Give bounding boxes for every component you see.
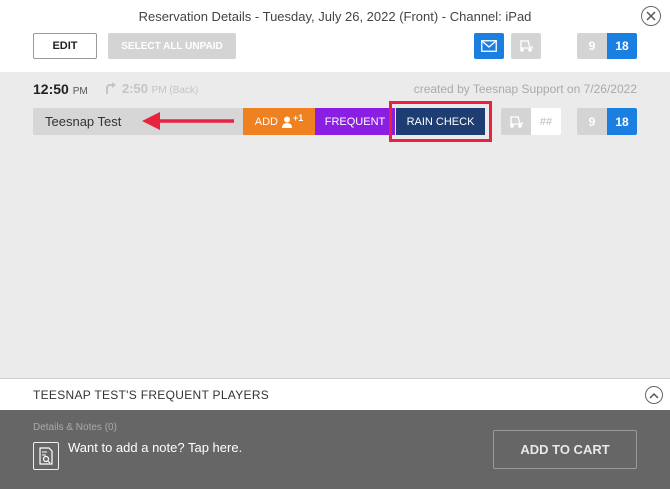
golf-cart-icon xyxy=(510,115,523,128)
player-cart-button[interactable] xyxy=(501,108,531,135)
rain-check-highlight xyxy=(389,101,492,142)
close-button[interactable] xyxy=(641,6,661,26)
select-all-unpaid-button[interactable]: SELECT ALL UNPAID xyxy=(108,33,236,59)
cart-number-field[interactable]: ## xyxy=(531,108,561,135)
tee-time-ampm: PM xyxy=(72,86,88,97)
add-to-cart-button[interactable]: ADD TO CART xyxy=(493,430,637,469)
close-icon xyxy=(646,11,656,21)
header: Reservation Details - Tuesday, July 26, … xyxy=(0,0,670,72)
red-arrow-annotation xyxy=(142,112,234,130)
holes-9-toggle[interactable]: 9 xyxy=(577,33,607,59)
edit-button[interactable]: EDIT xyxy=(33,33,97,59)
tee-time: 12:50 PM xyxy=(33,81,88,97)
tee-time-value: 12:50 xyxy=(33,81,69,97)
back-nine-arrow-icon xyxy=(106,82,116,94)
player-holes-18-toggle[interactable]: 18 xyxy=(607,108,637,135)
frequent-players-toggle[interactable] xyxy=(645,386,663,404)
notes-panel: Details & Notes (0) Want to add a note? … xyxy=(0,410,670,489)
frequent-players-title: TEESNAP TEST'S FREQUENT PLAYERS xyxy=(33,388,270,402)
golf-cart-button[interactable] xyxy=(511,33,541,59)
note-button[interactable] xyxy=(33,442,59,470)
chevron-up-icon xyxy=(649,392,659,399)
note-search-icon xyxy=(39,447,53,465)
reservation-panel: 12:50 PM 2:50 PM (Back) created by Teesn… xyxy=(0,72,670,378)
created-by-label: created by Teesnap Support on 7/26/2022 xyxy=(413,82,637,96)
back-time-value: 2:50 xyxy=(122,81,149,96)
add-badge: +1 xyxy=(292,112,304,123)
notes-label: Details & Notes (0) xyxy=(33,422,117,433)
frequent-button[interactable]: FREQUENT xyxy=(315,108,395,135)
mail-icon xyxy=(481,40,497,52)
back-time: 2:50 PM (Back) xyxy=(122,81,198,96)
page-title: Reservation Details - Tuesday, July 26, … xyxy=(138,9,532,24)
add-player-button[interactable]: ADD +1 xyxy=(243,108,315,135)
add-label: ADD xyxy=(254,115,278,128)
golf-cart-icon xyxy=(520,40,533,52)
person-icon xyxy=(281,116,292,128)
email-button[interactable] xyxy=(474,33,504,59)
holes-18-toggle[interactable]: 18 xyxy=(607,33,637,59)
frequent-players-bar[interactable]: TEESNAP TEST'S FREQUENT PLAYERS xyxy=(0,378,670,410)
add-note-prompt[interactable]: Want to add a note? Tap here. xyxy=(68,440,242,455)
back-time-ampm: PM (Back) xyxy=(151,85,199,96)
player-holes-9-toggle[interactable]: 9 xyxy=(577,108,607,135)
